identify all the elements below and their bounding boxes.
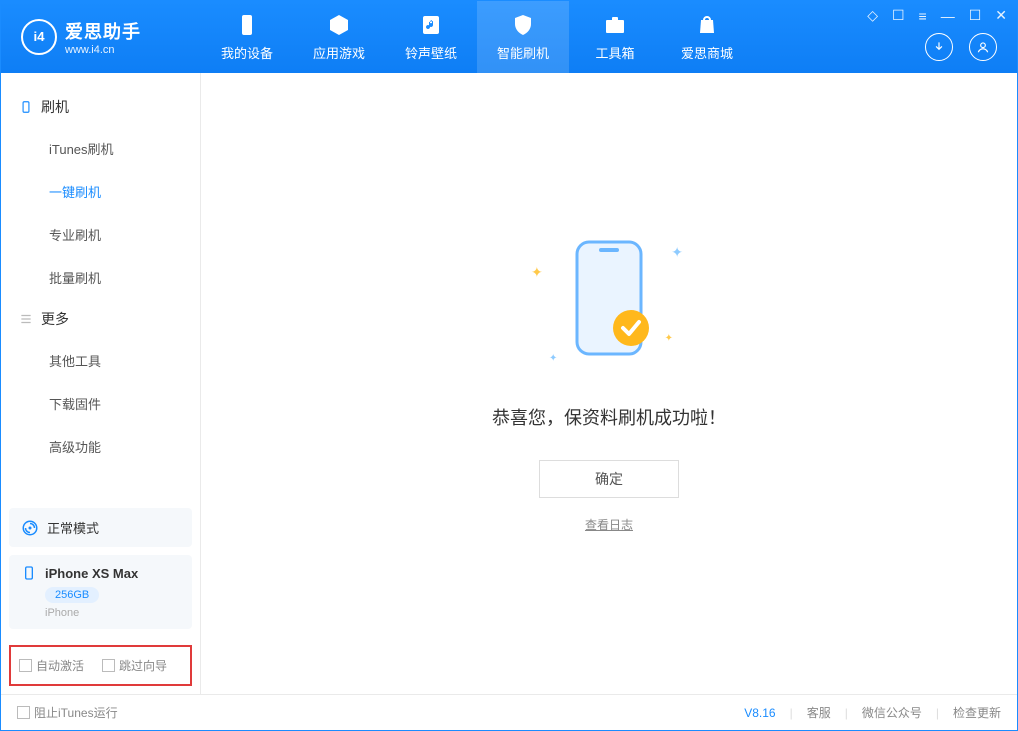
nav-tab-label: 智能刷机 (497, 43, 549, 62)
app-window: i4 爱思助手 www.i4.cn 我的设备 应用游戏 铃声壁纸 智能刷 (0, 0, 1018, 731)
nav-tab-apps[interactable]: 应用游戏 (293, 1, 385, 73)
close-button[interactable]: ✕ (995, 7, 1007, 24)
nav-tab-label: 工具箱 (595, 43, 634, 62)
footer-wechat-link[interactable]: 微信公众号 (862, 704, 922, 721)
options-row: 自动激活 跳过向导 (9, 645, 192, 686)
phone-small-icon (21, 565, 37, 581)
nav-tabs: 我的设备 应用游戏 铃声壁纸 智能刷机 工具箱 爱思商城 (201, 1, 753, 73)
footer: 阻止iTunes运行 V8.16 | 客服 | 微信公众号 | 检查更新 (1, 694, 1017, 730)
sidebar-item-onekey-flash[interactable]: 一键刷机 (1, 170, 200, 213)
device-mode-label: 正常模式 (47, 518, 99, 537)
sidebar-group-more: 更多 (1, 299, 200, 339)
window-controls: ◇ ☐ ≡ — ☐ ✕ (867, 7, 1007, 24)
app-subtitle: www.i4.cn (65, 44, 141, 56)
shirt-icon[interactable]: ◇ (867, 7, 878, 24)
device-mode-block[interactable]: 正常模式 (9, 508, 192, 547)
download-icon (932, 40, 946, 54)
header-right (925, 33, 997, 61)
nav-tab-label: 我的设备 (221, 43, 273, 62)
device-storage-badge: 256GB (45, 587, 99, 603)
nav-tab-store[interactable]: 爱思商城 (661, 1, 753, 73)
device-card[interactable]: iPhone XS Max 256GB iPhone (9, 555, 192, 629)
nav-tab-flash[interactable]: 智能刷机 (477, 1, 569, 73)
nav-tab-label: 爱思商城 (681, 43, 733, 62)
view-log-link[interactable]: 查看日志 (585, 516, 633, 533)
checkbox-icon (17, 706, 30, 719)
checkbox-icon (19, 659, 32, 672)
user-button[interactable] (969, 33, 997, 61)
device-name: iPhone XS Max (45, 566, 138, 581)
sidebar-item-batch-flash[interactable]: 批量刷机 (1, 256, 200, 299)
sidebar-item-pro-flash[interactable]: 专业刷机 (1, 213, 200, 256)
nav-tab-device[interactable]: 我的设备 (201, 1, 293, 73)
minimize-button[interactable]: — (941, 8, 955, 24)
sidebar-item-advanced[interactable]: 高级功能 (1, 425, 200, 468)
briefcase-icon (603, 13, 627, 37)
list-icon (19, 312, 33, 326)
music-icon (419, 13, 443, 37)
nav-tab-ringtone[interactable]: 铃声壁纸 (385, 1, 477, 73)
logo-area: i4 爱思助手 www.i4.cn (1, 18, 201, 56)
device-icon (19, 100, 33, 114)
nav-tab-label: 应用游戏 (313, 43, 365, 62)
nav-tab-label: 铃声壁纸 (405, 43, 457, 62)
success-message: 恭喜您，保资料刷机成功啦！ (492, 404, 726, 430)
svg-text:i4: i4 (33, 29, 45, 44)
main-content: ✦ ✦ ✦ ✦ 恭喜您，保资料刷机成功啦！ 确定 查看日志 (201, 73, 1017, 694)
app-title: 爱思助手 (65, 18, 141, 44)
download-button[interactable] (925, 33, 953, 61)
success-illustration: ✦ ✦ ✦ ✦ (539, 234, 679, 374)
menu-icon[interactable]: ≡ (919, 8, 927, 24)
sidebar: 刷机 iTunes刷机 一键刷机 专业刷机 批量刷机 更多 其他工具 下载固件 … (1, 73, 201, 694)
confirm-button[interactable]: 确定 (539, 460, 679, 498)
bag-icon (695, 13, 719, 37)
shield-icon (511, 13, 535, 37)
sidebar-item-firmware[interactable]: 下载固件 (1, 382, 200, 425)
sidebar-group-flash: 刷机 (1, 87, 200, 127)
app-logo-icon: i4 (21, 19, 57, 55)
checkbox-block-itunes[interactable]: 阻止iTunes运行 (17, 704, 118, 721)
feedback-icon[interactable]: ☐ (892, 7, 905, 24)
body: 刷机 iTunes刷机 一键刷机 专业刷机 批量刷机 更多 其他工具 下载固件 … (1, 73, 1017, 694)
version-label: V8.16 (744, 706, 775, 720)
sidebar-item-other-tools[interactable]: 其他工具 (1, 339, 200, 382)
nav-tab-toolbox[interactable]: 工具箱 (569, 1, 661, 73)
sidebar-item-itunes-flash[interactable]: iTunes刷机 (1, 127, 200, 170)
header: i4 爱思助手 www.i4.cn 我的设备 应用游戏 铃声壁纸 智能刷 (1, 1, 1017, 73)
checkbox-skip-guide[interactable]: 跳过向导 (102, 657, 167, 674)
footer-support-link[interactable]: 客服 (807, 704, 831, 721)
user-icon (976, 40, 990, 54)
checkbox-icon (102, 659, 115, 672)
refresh-icon (21, 519, 39, 537)
checkbox-auto-activate[interactable]: 自动激活 (19, 657, 84, 674)
device-type: iPhone (45, 607, 180, 619)
cube-icon (327, 13, 351, 37)
footer-update-link[interactable]: 检查更新 (953, 704, 1001, 721)
maximize-button[interactable]: ☐ (969, 7, 982, 24)
phone-icon (235, 13, 259, 37)
phone-success-icon (569, 238, 649, 358)
